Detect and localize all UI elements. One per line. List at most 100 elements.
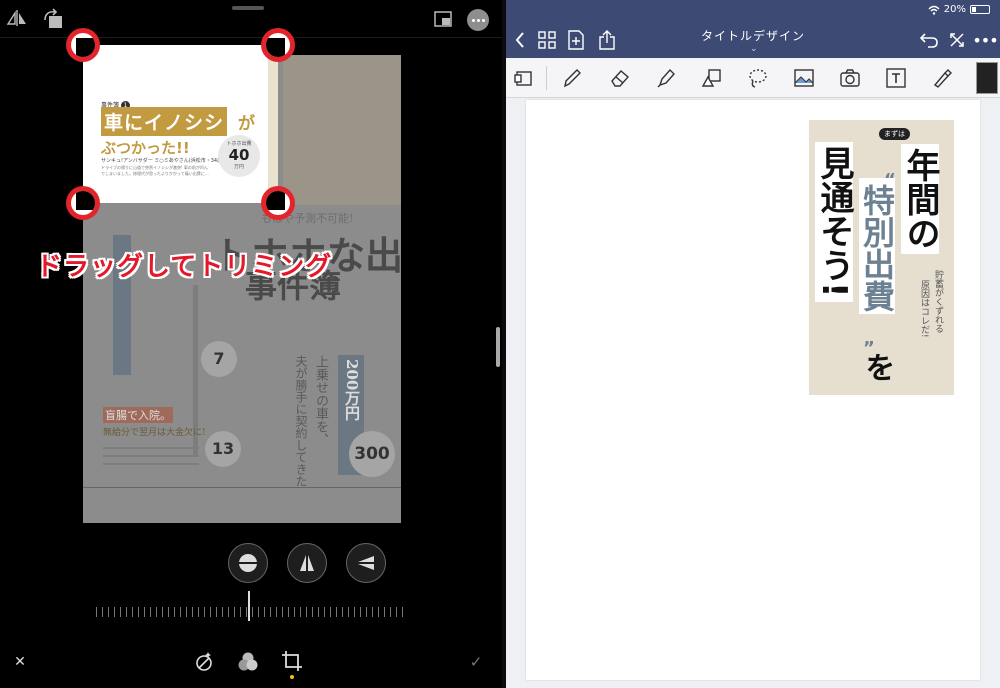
ruler-tick <box>402 607 403 617</box>
ruler-tick <box>360 607 361 617</box>
page-thumbnail[interactable] <box>976 62 998 94</box>
crop-handle-top-right[interactable] <box>261 28 295 62</box>
battery-percent: 20% <box>943 4 966 15</box>
ruler-tick <box>276 607 277 617</box>
ruler-tick <box>180 607 181 617</box>
status-bar: 20% <box>928 4 990 15</box>
horizontal-perspective-icon <box>358 556 374 570</box>
pen-icon[interactable] <box>558 64 586 92</box>
ruler-tick <box>282 607 283 617</box>
ruler-indicator <box>248 591 250 621</box>
ruler-tick <box>210 607 211 617</box>
split-view-handle[interactable] <box>496 327 500 367</box>
photo-headline-4: 盲腸で入院。 <box>103 407 173 423</box>
share-icon[interactable] <box>596 28 618 52</box>
straighten-icon <box>238 554 258 572</box>
photo-price-3: 200万円 <box>343 359 361 421</box>
ruler-tick <box>132 607 133 617</box>
ruler-tick <box>150 607 151 617</box>
crop-icon[interactable] <box>280 648 304 674</box>
ruler-tick <box>366 607 367 617</box>
toolbar-separator <box>546 66 547 90</box>
text-box-icon[interactable] <box>882 64 910 92</box>
highlighter-icon[interactable] <box>652 64 680 92</box>
photo-headline-4b: 無給分で翌月は大金欠に! <box>103 428 206 438</box>
ruler-tick <box>354 607 355 617</box>
crop-price-badge: トホホ出費 40 万円 <box>218 135 260 177</box>
back-chevron-icon[interactable] <box>510 30 530 50</box>
crop-handle-bottom-right[interactable] <box>261 186 295 220</box>
drag-to-crop-label: ドラッグしてトリミング <box>36 252 333 282</box>
ruler-tick <box>114 607 115 617</box>
card-mazuha-label: まずは <box>879 128 910 140</box>
add-page-icon[interactable] <box>565 28 587 52</box>
ruler-tick <box>384 607 385 617</box>
done-checkmark-icon[interactable]: ✓ <box>466 652 486 672</box>
card-subtext-2: 原因はコレだ! <box>919 280 929 338</box>
price-badge-5: 300 <box>349 431 395 477</box>
illustration-area <box>283 55 401 205</box>
photo-editor-pane: もはや予測不可能! トホホな出費 事件簿 7 200万円 上乗せの車を、 夫が勝… <box>0 0 502 688</box>
close-expand-icon[interactable] <box>946 29 968 51</box>
pointer-icon[interactable] <box>928 64 956 92</box>
multitasking-grabber[interactable] <box>232 6 264 10</box>
card-tokubetsu-column: 特別出費 <box>858 178 896 314</box>
crop-handle-bottom-left[interactable] <box>66 186 100 220</box>
wifi-icon <box>928 5 940 15</box>
photo-col-text-2: 夫が勝手に契約してきた <box>294 355 308 487</box>
ruler-tick <box>162 607 163 617</box>
ruler-tick <box>252 607 253 617</box>
ruler-tick <box>186 607 187 617</box>
undo-icon[interactable] <box>918 29 940 51</box>
document-title[interactable]: タイトルデザイン <box>676 27 830 44</box>
vertical-perspective-button[interactable] <box>287 543 327 583</box>
camera-icon[interactable] <box>836 64 864 92</box>
straighten-button[interactable] <box>228 543 268 583</box>
ruler-tick <box>300 607 301 617</box>
lasso-icon[interactable] <box>744 64 772 92</box>
ruler-tick <box>336 607 337 617</box>
ruler-tick <box>138 607 139 617</box>
photo-text-line <box>103 455 199 457</box>
ruler-tick <box>198 607 199 617</box>
crop-illustration-edge <box>268 45 278 203</box>
photo-page-edge <box>83 487 401 488</box>
ruler-tick <box>294 607 295 617</box>
nav-bar: 20% タイトルデザイン ⌄ ••• <box>506 0 1000 58</box>
ruler-tick <box>396 607 397 617</box>
filters-icon[interactable] <box>236 650 260 674</box>
ruler-tick <box>192 607 193 617</box>
ruler-tick <box>204 607 205 617</box>
aspect-ratio-icon[interactable] <box>432 9 454 29</box>
cancel-icon[interactable]: ✕ <box>10 652 30 672</box>
grid-view-icon[interactable] <box>536 29 558 51</box>
view-mode-icon[interactable] <box>510 64 538 92</box>
crop-handle-top-left[interactable] <box>66 28 100 62</box>
rotate-icon[interactable] <box>40 8 66 30</box>
crop-body: ドライブの帰りに山道で突然イノシシが激突! 車の前が凹んでしまいました。修理代が… <box>101 165 209 176</box>
horizontal-perspective-button[interactable] <box>346 543 386 583</box>
crop-selection[interactable]: 事件簿 1 車にイノシシ が ぶつかった!! サンキュ!アンバサダー ミ○ミあやさ… <box>83 45 278 203</box>
title-chevron-icon[interactable]: ⌄ <box>750 44 758 54</box>
ruler-tick <box>390 607 391 617</box>
shapes-icon[interactable] <box>698 64 726 92</box>
drawing-toolbar <box>506 58 1000 98</box>
more-options-icon[interactable] <box>467 9 489 31</box>
flip-icon[interactable] <box>4 8 30 28</box>
auto-enhance-icon[interactable] <box>192 650 216 674</box>
photo-text-line <box>103 447 199 449</box>
notebook-page[interactable]: まずは 年間の “ 特別出費 ” を 見通そう! 貯蓄がくずれる 原因はコレだ! <box>526 100 980 680</box>
ruler-tick <box>372 607 373 617</box>
adjustment-ruler[interactable] <box>96 591 403 623</box>
vertical-perspective-icon <box>300 555 314 571</box>
ruler-tick <box>378 607 379 617</box>
ruler-tick <box>222 607 223 617</box>
ruler-tick <box>264 607 265 617</box>
ruler-tick <box>306 607 307 617</box>
ruler-tick <box>288 607 289 617</box>
eraser-icon[interactable] <box>606 64 634 92</box>
more-icon[interactable]: ••• <box>972 29 998 51</box>
active-tool-dot <box>290 675 294 679</box>
image-icon[interactable] <box>790 64 818 92</box>
pasted-title-image[interactable]: まずは 年間の “ 特別出費 ” を 見通そう! 貯蓄がくずれる 原因はコレだ! <box>809 120 954 395</box>
